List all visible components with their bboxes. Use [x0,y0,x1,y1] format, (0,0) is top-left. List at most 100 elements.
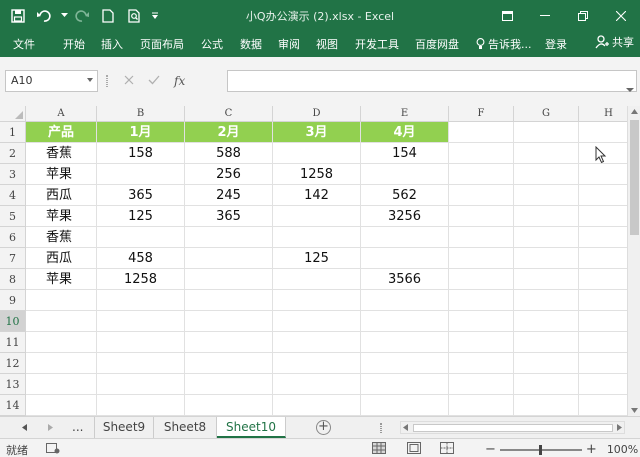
cell-g1[interactable] [514,122,579,143]
row-header-8[interactable]: 8 [0,269,26,290]
cell-h10[interactable] [579,311,627,332]
cell-f9[interactable] [449,290,514,311]
cell-g10[interactable] [514,311,579,332]
zoom-out-button[interactable]: − [485,442,496,457]
expand-formula-icon[interactable] [626,78,634,97]
cell-b7[interactable]: 458 [97,248,185,269]
horizontal-scroll-thumb[interactable] [413,424,613,432]
page-layout-view-icon[interactable] [407,442,421,454]
row-header-7[interactable]: 7 [0,248,26,269]
tell-me-box[interactable]: 告诉我... [476,36,532,52]
cell-c3[interactable]: 256 [185,164,273,185]
column-header-f[interactable]: F [449,106,514,122]
row-header-1[interactable]: 1 [0,122,26,143]
cell-b9[interactable] [97,290,185,311]
cell-e10[interactable] [361,311,449,332]
cell-d11[interactable] [273,332,361,353]
cell-e7[interactable] [361,248,449,269]
prev-sheet-icon[interactable] [22,424,27,431]
cell-f5[interactable] [449,206,514,227]
cell-f8[interactable] [449,269,514,290]
cell-a12[interactable] [26,353,97,374]
normal-view-icon[interactable] [372,442,386,454]
cell-b11[interactable] [97,332,185,353]
column-header-a[interactable]: A [26,106,97,122]
row-header-10[interactable]: 10 [0,311,26,332]
cell-a8[interactable]: 苹果 [26,269,97,290]
name-box[interactable]: A10 [5,70,98,92]
cell-d7[interactable]: 125 [273,248,361,269]
cell-f1[interactable] [449,122,514,143]
tab-file[interactable]: 文件 [13,36,35,52]
share-button[interactable]: 共享 [595,34,634,50]
next-sheet-icon[interactable] [48,424,53,431]
column-header-b[interactable]: B [97,106,185,122]
cell-h6[interactable] [579,227,627,248]
cell-d8[interactable] [273,269,361,290]
cell-c7[interactable] [185,248,273,269]
cell-g4[interactable] [514,185,579,206]
scroll-left-icon[interactable] [403,424,408,431]
tab-insert[interactable]: 插入 [101,36,123,52]
column-header-d[interactable]: D [273,106,361,122]
tab-home[interactable]: 开始 [63,36,85,52]
chevron-down-icon[interactable] [87,78,93,82]
ribbon-display-icon[interactable] [488,0,526,31]
cell-b6[interactable] [97,227,185,248]
cell-b1[interactable]: 1月 [97,122,185,143]
tab-sheet8[interactable]: Sheet8 [154,417,217,438]
enter-icon[interactable] [148,74,160,89]
scroll-down-icon[interactable] [631,408,638,413]
cell-a5[interactable]: 苹果 [26,206,97,227]
cell-d4[interactable]: 142 [273,185,361,206]
restore-icon[interactable] [564,0,602,31]
zoom-level[interactable]: 100% [607,443,638,456]
row-header-9[interactable]: 9 [0,290,26,311]
tab-formulas[interactable]: 公式 [201,36,223,52]
cell-h8[interactable] [579,269,627,290]
cell-h11[interactable] [579,332,627,353]
cell-f10[interactable] [449,311,514,332]
cell-d3[interactable]: 1258 [273,164,361,185]
cell-f3[interactable] [449,164,514,185]
cell-e13[interactable] [361,374,449,395]
tab-splitter-handle[interactable] [380,423,382,433]
cell-g5[interactable] [514,206,579,227]
cell-a9[interactable] [26,290,97,311]
cell-c9[interactable] [185,290,273,311]
column-header-c[interactable]: C [185,106,273,122]
tab-view[interactable]: 视图 [316,36,338,52]
tab-data[interactable]: 数据 [240,36,262,52]
cell-b8[interactable]: 1258 [97,269,185,290]
cell-a2[interactable]: 香蕉 [26,143,97,164]
row-header-2[interactable]: 2 [0,143,26,164]
cell-b12[interactable] [97,353,185,374]
cell-a3[interactable]: 苹果 [26,164,97,185]
cell-e14[interactable] [361,395,449,416]
cell-e2[interactable]: 154 [361,143,449,164]
formula-input[interactable] [227,70,637,92]
cell-e1[interactable]: 4月 [361,122,449,143]
cell-e9[interactable] [361,290,449,311]
cell-h9[interactable] [579,290,627,311]
cell-d14[interactable] [273,395,361,416]
horizontal-scrollbar[interactable] [400,421,625,434]
cell-g3[interactable] [514,164,579,185]
cell-a4[interactable]: 西瓜 [26,185,97,206]
worksheet-grid[interactable]: A B C D E F G H 1 产品 1月 2月 3月 4月 2 香蕉 158 588 154 3 苹果 256 125… [0,106,627,416]
scroll-right-icon[interactable] [617,424,622,431]
cell-d10[interactable] [273,311,361,332]
scroll-up-icon[interactable] [631,109,638,114]
cell-c14[interactable] [185,395,273,416]
cell-g12[interactable] [514,353,579,374]
cell-c10[interactable] [185,311,273,332]
cell-d2[interactable] [273,143,361,164]
tab-sheet9[interactable]: Sheet9 [94,417,154,438]
cell-h5[interactable] [579,206,627,227]
cell-d13[interactable] [273,374,361,395]
cell-d6[interactable] [273,227,361,248]
cell-a14[interactable] [26,395,97,416]
cell-f12[interactable] [449,353,514,374]
cell-c5[interactable]: 365 [185,206,273,227]
cell-b5[interactable]: 125 [97,206,185,227]
